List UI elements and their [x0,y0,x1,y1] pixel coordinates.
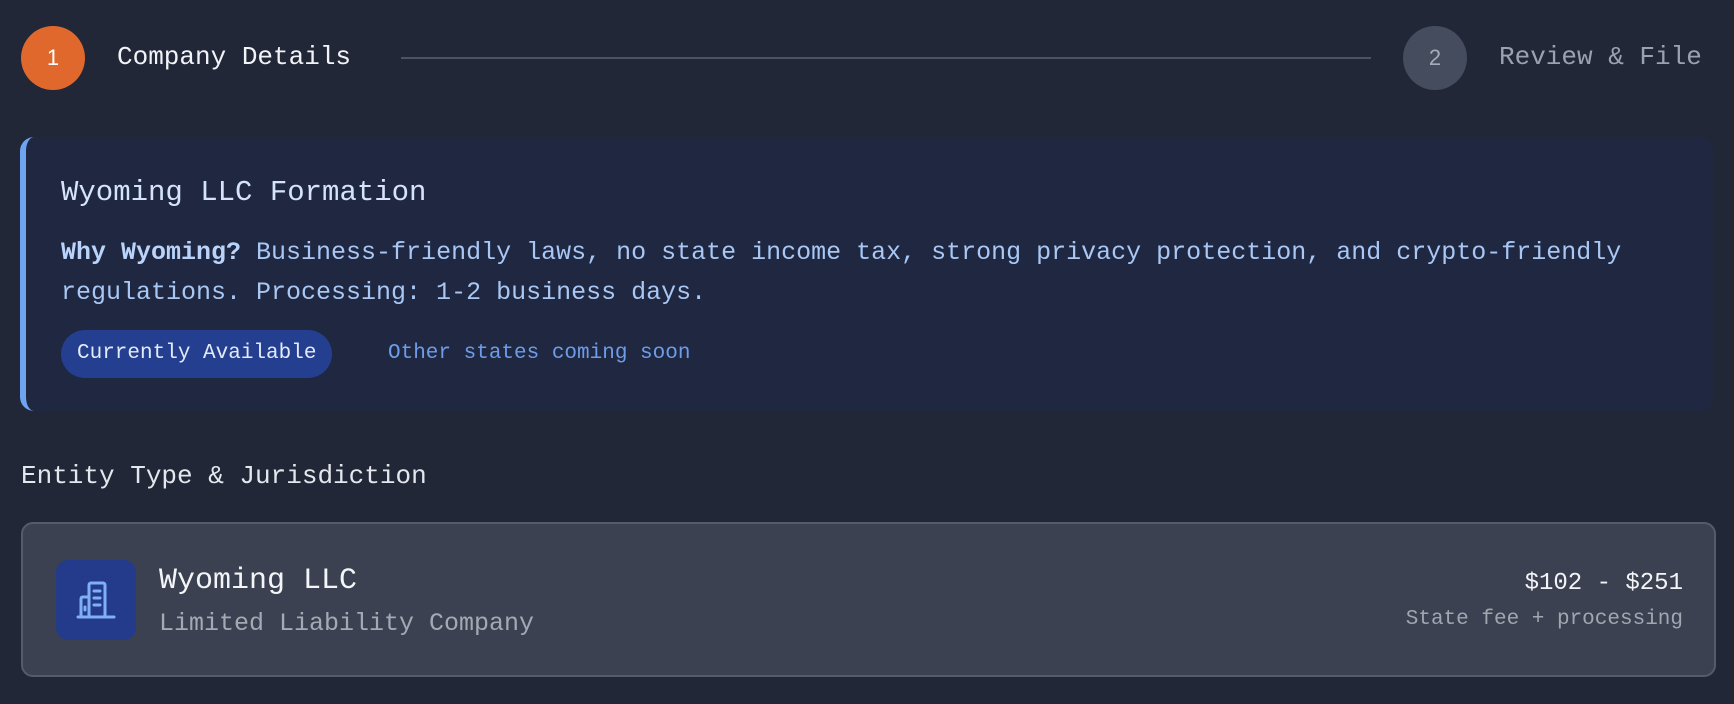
formation-info-card: Wyoming LLC Formation Why Wyoming? Busin… [20,137,1714,411]
step-2-indicator[interactable]: 2 [1403,26,1467,90]
step-1-indicator[interactable]: 1 [21,26,85,90]
info-description: Why Wyoming? Business-friendly laws, no … [61,233,1701,313]
entity-subtitle: Limited Liability Company [159,609,535,638]
step-1-label[interactable]: Company Details [117,40,351,74]
progress-stepper: 1 Company Details 2 Review & File [21,26,1714,90]
step-2-number: 2 [1428,45,1442,70]
info-title: Wyoming LLC Formation [61,176,427,209]
step-2-label[interactable]: Review & File [1499,40,1702,74]
entity-option-wyoming-llc[interactable]: Wyoming LLC Limited Liability Company $1… [21,522,1716,677]
entity-name: Wyoming LLC [159,564,358,598]
step-1-number: 1 [46,45,60,70]
other-states-note: Other states coming soon [388,342,691,365]
why-wyoming-text: Business-friendly laws, no state income … [61,238,1622,307]
entity-price-range: $102 - $251 [1524,570,1683,597]
entity-price-note: State fee + processing [1405,608,1683,631]
currently-available-badge: Currently Available [61,330,333,378]
step-connector [401,57,1371,59]
building-icon [56,560,136,640]
entity-section-heading: Entity Type & Jurisdiction [21,461,427,491]
why-wyoming-label: Why Wyoming? [61,238,242,267]
